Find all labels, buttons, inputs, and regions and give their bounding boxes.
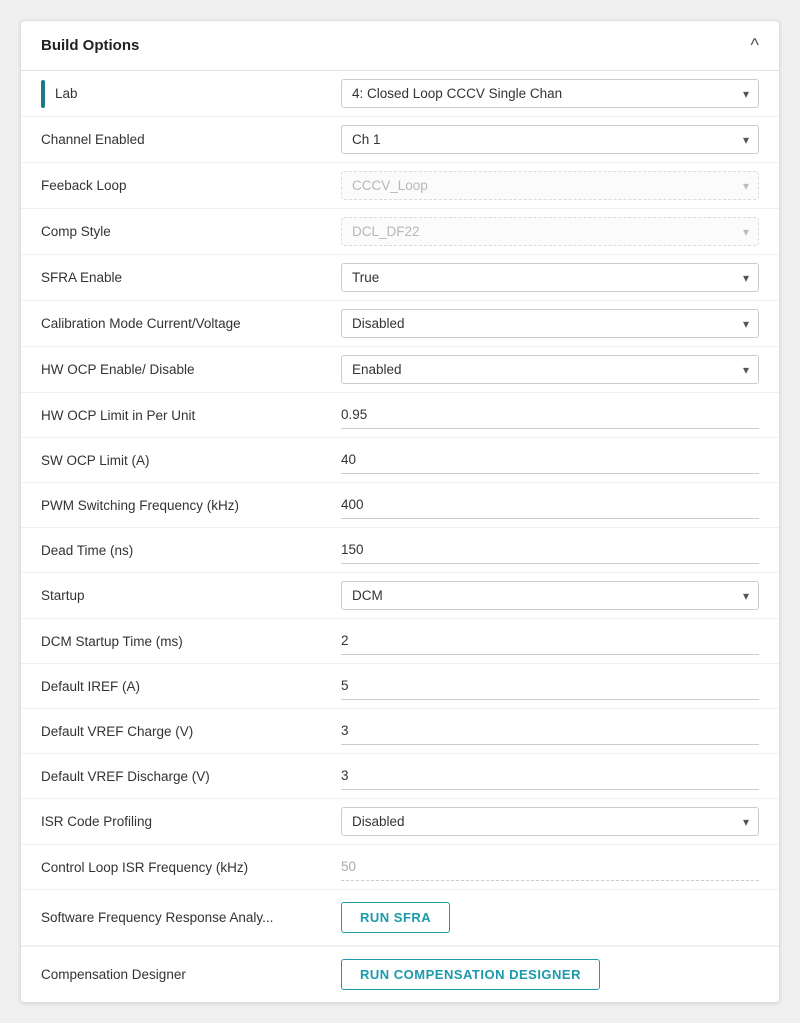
row-isr-code-profiling: ISR Code ProfilingDisabledEnabled▾ [21,799,779,845]
input-pwm-freq[interactable] [341,491,759,519]
row-pwm-freq: PWM Switching Frequency (kHz) [21,483,779,528]
row-default-vref-discharge: Default VREF Discharge (V) [21,754,779,799]
row-control-loop-isr: Control Loop ISR Frequency (kHz) [21,845,779,890]
label-dcm-startup-time: DCM Startup Time (ms) [41,634,183,649]
label-compensation: Compensation Designer [41,967,186,982]
label-hw-ocp-enable: HW OCP Enable/ Disable [41,362,195,377]
row-dead-time: Dead Time (ns) [21,528,779,573]
label-default-iref: Default IREF (A) [41,679,140,694]
label-feedback-loop: Feeback Loop [41,178,127,193]
label-pwm-freq: PWM Switching Frequency (kHz) [41,498,239,513]
label-hw-ocp-limit: HW OCP Limit in Per Unit [41,408,195,423]
row-feedback-loop: Feeback LoopCCCV_Loop▾ [21,163,779,209]
select-hw-ocp-enable[interactable]: EnabledDisabled [341,355,759,384]
collapse-icon[interactable]: ^ [751,35,759,56]
row-comp-style: Comp StyleDCL_DF22▾ [21,209,779,255]
input-dcm-startup-time[interactable] [341,627,759,655]
select-startup[interactable]: DCMCCM [341,581,759,610]
input-control-loop-isr [341,853,759,881]
label-lab: Lab [55,86,78,101]
label-sfra-enable: SFRA Enable [41,270,122,285]
input-default-iref[interactable] [341,672,759,700]
select-isr-code-profiling[interactable]: DisabledEnabled [341,807,759,836]
run-sfra-button[interactable]: RUN SFRA [341,902,450,933]
select-lab[interactable]: 4: Closed Loop CCCV Single Chan [341,79,759,108]
row-compensation: Compensation Designer RUN COMPENSATION DE… [21,946,779,1002]
select-calibration-mode[interactable]: DisabledEnabled [341,309,759,338]
input-dead-time[interactable] [341,536,759,564]
row-dcm-startup-time: DCM Startup Time (ms) [21,619,779,664]
input-hw-ocp-limit[interactable] [341,401,759,429]
row-default-vref-charge: Default VREF Charge (V) [21,709,779,754]
row-startup: StartupDCMCCM▾ [21,573,779,619]
select-sfra-enable[interactable]: TrueFalse [341,263,759,292]
label-sw-ocp-limit: SW OCP Limit (A) [41,453,150,468]
label-comp-style: Comp Style [41,224,111,239]
row-hw-ocp-enable: HW OCP Enable/ DisableEnabledDisabled▾ [21,347,779,393]
label-startup: Startup [41,588,85,603]
panel-title: Build Options [41,37,139,54]
input-default-vref-charge[interactable] [341,717,759,745]
row-default-iref: Default IREF (A) [21,664,779,709]
row-lab: Lab4: Closed Loop CCCV Single Chan▾ [21,71,779,117]
row-sw-ocp-limit: SW OCP Limit (A) [21,438,779,483]
select-channel-enabled[interactable]: Ch 1 [341,125,759,154]
input-default-vref-discharge[interactable] [341,762,759,790]
row-sfra-enable: SFRA EnableTrueFalse▾ [21,255,779,301]
label-default-vref-discharge: Default VREF Discharge (V) [41,769,210,784]
row-sfra: Software Frequency Response Analy... RUN … [21,890,779,946]
label-isr-code-profiling: ISR Code Profiling [41,814,152,829]
row-channel-enabled: Channel EnabledCh 1▾ [21,117,779,163]
label-dead-time: Dead Time (ns) [41,543,133,558]
select-comp-style: DCL_DF22 [341,217,759,246]
run-compensation-designer-button[interactable]: RUN COMPENSATION DESIGNER [341,959,600,990]
label-default-vref-charge: Default VREF Charge (V) [41,724,193,739]
label-channel-enabled: Channel Enabled [41,132,145,147]
label-calibration-mode: Calibration Mode Current/Voltage [41,316,241,331]
label-sfra: Software Frequency Response Analy... [41,910,273,925]
row-hw-ocp-limit: HW OCP Limit in Per Unit [21,393,779,438]
row-calibration-mode: Calibration Mode Current/Voltage Disabled… [21,301,779,347]
input-sw-ocp-limit[interactable] [341,446,759,474]
label-control-loop-isr: Control Loop ISR Frequency (kHz) [41,860,248,875]
lab-indicator [41,80,45,108]
build-options-panel: Build Options ^ Lab 4: Closed Loop CCCV S… [20,20,780,1003]
panel-body: Lab4: Closed Loop CCCV Single Chan▾Chann… [21,71,779,1002]
select-feedback-loop: CCCV_Loop [341,171,759,200]
panel-header: Build Options ^ [21,21,779,71]
